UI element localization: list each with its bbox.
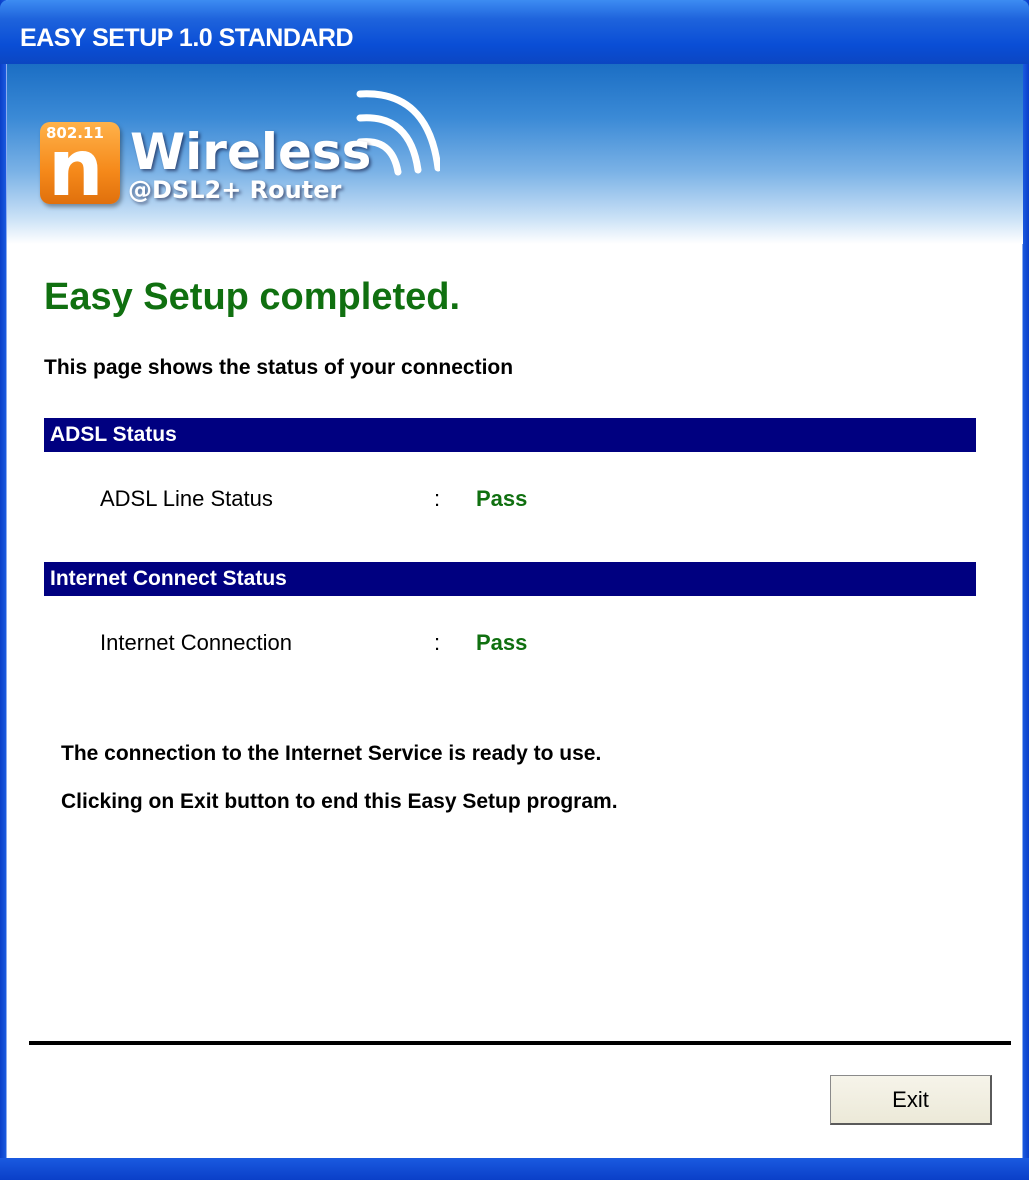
logo-badge-letter: n: [48, 124, 104, 214]
section-header-adsl-status: ADSL Status: [44, 418, 976, 452]
window-title: EASY SETUP 1.0 STANDARD: [20, 24, 354, 52]
adsl-line-status-label: ADSL Line Status: [100, 486, 273, 511]
setup-window: EASY SETUP 1.0 STANDARD 802.11 n Wireles…: [0, 0, 1029, 1180]
section-header-internet-status: Internet Connect Status: [44, 562, 976, 596]
exit-instruction: Clicking on Exit button to end this Easy…: [61, 790, 618, 813]
exit-button[interactable]: Exit: [830, 1075, 992, 1125]
logo-subtitle: @DSL2+ Router: [128, 176, 342, 204]
intro-text: This page shows the status of your conne…: [44, 356, 514, 379]
logo-badge: 802.11 n: [40, 122, 120, 208]
window-bottom-border: [0, 1158, 1029, 1180]
ready-message: The connection to the Internet Service i…: [61, 742, 602, 765]
internet-connection-label: Internet Connection: [100, 630, 293, 655]
logo-title: Wireless: [130, 123, 372, 181]
internet-connection-separator: :: [434, 630, 441, 655]
page-title: Easy Setup completed.: [44, 276, 461, 318]
adsl-line-status-value: Pass: [476, 486, 528, 511]
adsl-line-status-separator: :: [434, 486, 441, 511]
internet-connection-value: Pass: [476, 630, 528, 655]
product-logo: 802.11 n Wireless @DSL2+ Router: [40, 80, 440, 210]
title-bar[interactable]: EASY SETUP 1.0 STANDARD: [0, 0, 1029, 64]
footer-divider: [29, 1041, 1011, 1045]
